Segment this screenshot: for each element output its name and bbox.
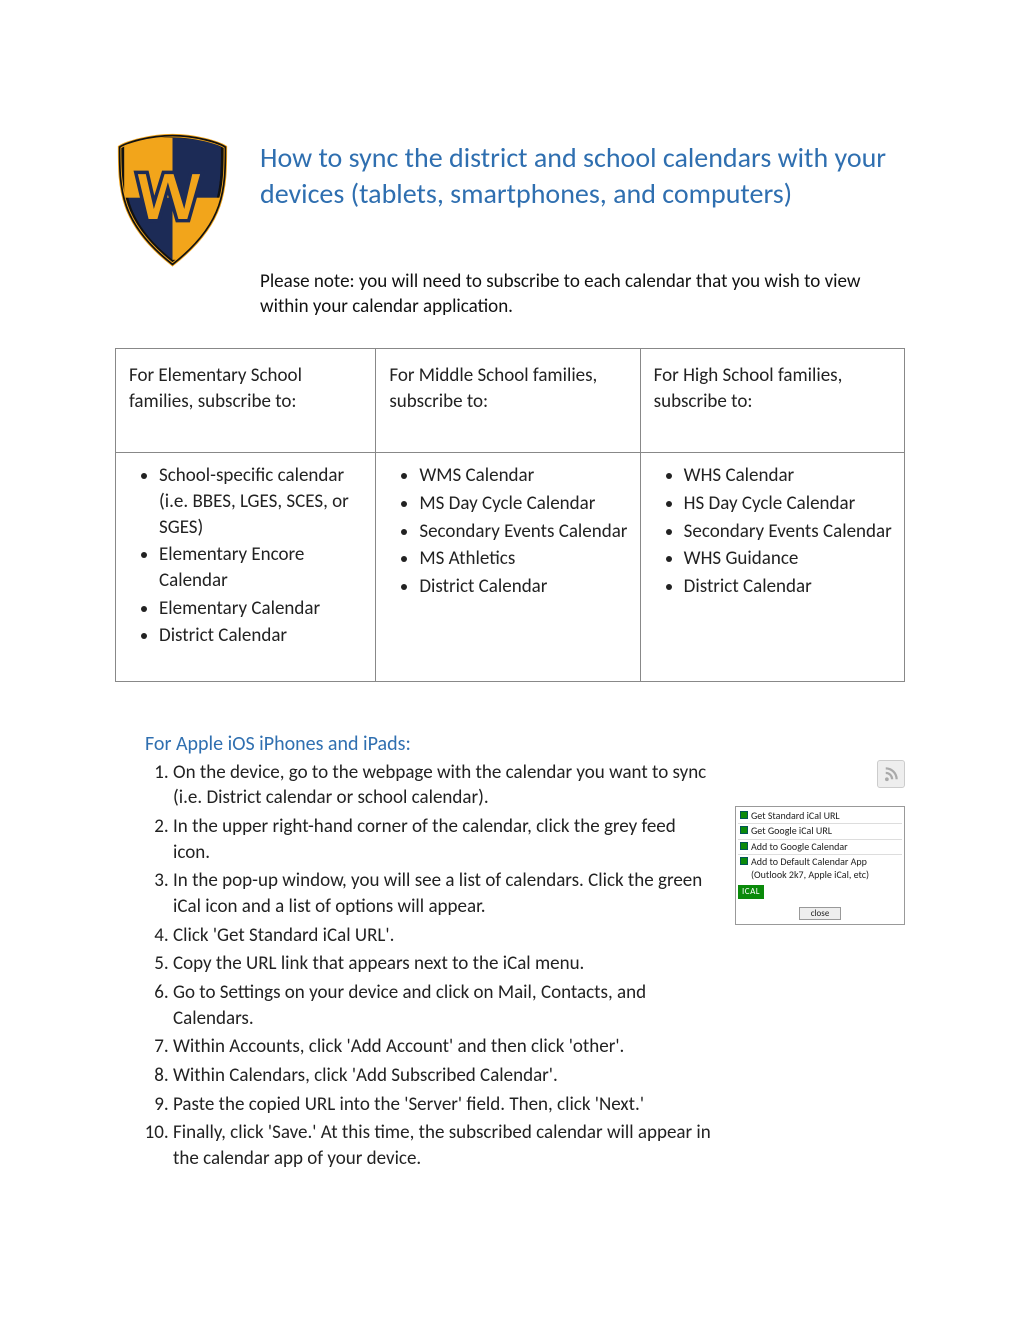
feed-icon: [877, 760, 905, 788]
instruction-step: Copy the URL link that appears next to t…: [173, 951, 723, 977]
table-heading-middle: For Middle School families, subscribe to…: [381, 359, 634, 422]
ical-option-item[interactable]: Get Standard iCal URL: [738, 809, 902, 825]
ical-option-item[interactable]: Add to Google Calendar: [738, 840, 902, 856]
instruction-steps: On the device, go to the webpage with th…: [115, 760, 723, 1175]
list-item: Secondary Events Calendar: [684, 519, 899, 545]
header-row: How to sync the district and school cale…: [115, 130, 905, 320]
ical-option-label: Add to Default Calendar App (Outlook 2k7…: [751, 856, 900, 881]
table-heading-elementary: For Elementary School families, subscrib…: [121, 359, 370, 422]
ical-option-icon: [740, 826, 748, 834]
ical-option-item[interactable]: Get Google iCal URL: [738, 824, 902, 840]
list-item: School-specific calendar (i.e. BBES, LGE…: [159, 463, 370, 540]
list-item: Elementary Encore Calendar: [159, 542, 370, 593]
list-item: District Calendar: [684, 574, 899, 600]
steps-wrap: On the device, go to the webpage with th…: [115, 760, 905, 1175]
document-page: How to sync the district and school cale…: [0, 0, 1020, 1234]
title-block: How to sync the district and school cale…: [260, 130, 905, 320]
list-item: MS Day Cycle Calendar: [419, 491, 634, 517]
list-item: WMS Calendar: [419, 463, 634, 489]
instruction-step: Finally, click 'Save.' At this time, the…: [173, 1120, 723, 1171]
instruction-step: Within Calendars, click 'Add Subscribed …: [173, 1063, 723, 1089]
instruction-step: Click 'Get Standard iCal URL'.: [173, 923, 723, 949]
ical-option-icon: [740, 811, 748, 819]
list-item: District Calendar: [159, 623, 370, 649]
list-item: HS Day Cycle Calendar: [684, 491, 899, 517]
ical-option-icon: [740, 857, 748, 865]
instruction-step: In the pop-up window, you will see a lis…: [173, 868, 723, 919]
ical-option-item[interactable]: Add to Default Calendar App (Outlook 2k7…: [738, 855, 902, 882]
ical-options-popup: Get Standard iCal URL Get Google iCal URL…: [735, 806, 905, 925]
ical-badge: ICAL: [738, 885, 764, 898]
ical-option-label: Get Standard iCal URL: [751, 810, 840, 823]
document-title: How to sync the district and school cale…: [260, 140, 905, 213]
subscribe-list-high: WHS CalendarHS Day Cycle CalendarSeconda…: [646, 463, 899, 599]
list-item: District Calendar: [419, 574, 634, 600]
list-item: Elementary Calendar: [159, 596, 370, 622]
school-logo-shield-icon: [115, 130, 230, 270]
subscribe-list-elementary: School-specific calendar (i.e. BBES, LGE…: [121, 463, 370, 648]
list-item: WHS Calendar: [684, 463, 899, 489]
instruction-step: Within Accounts, click 'Add Account' and…: [173, 1034, 723, 1060]
table-heading-high: For High School families, subscribe to:: [646, 359, 899, 422]
list-item: MS Athletics: [419, 546, 634, 572]
instruction-step: In the upper right-hand corner of the ca…: [173, 814, 723, 865]
ical-option-label: Get Google iCal URL: [751, 825, 832, 838]
instruction-step: Paste the copied URL into the 'Server' f…: [173, 1092, 723, 1118]
section-heading-apple-ios: For Apple iOS iPhones and iPads:: [145, 732, 905, 756]
note-paragraph: Please note: you will need to subscribe …: [260, 269, 905, 320]
list-item: WHS Guidance: [684, 546, 899, 572]
calendar-subscription-table: For Elementary School families, subscrib…: [115, 348, 905, 682]
side-images: Get Standard iCal URL Get Google iCal URL…: [735, 760, 905, 925]
subscribe-list-middle: WMS CalendarMS Day Cycle CalendarSeconda…: [381, 463, 634, 599]
ical-option-icon: [740, 842, 748, 850]
ical-option-label: Add to Google Calendar: [751, 841, 848, 854]
close-button[interactable]: close: [799, 907, 841, 920]
instruction-step: Go to Settings on your device and click …: [173, 980, 723, 1031]
list-item: Secondary Events Calendar: [419, 519, 634, 545]
instruction-step: On the device, go to the webpage with th…: [173, 760, 723, 811]
